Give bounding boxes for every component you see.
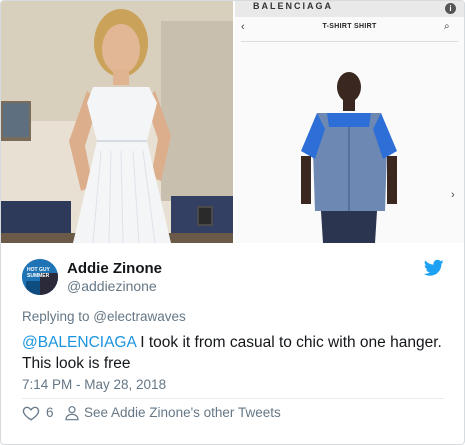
photo-woman-illustration (1, 1, 233, 243)
reply-context: Replying to @electrawaves (22, 309, 186, 324)
tweet-media[interactable]: BALENCIAGA i ‹ T-SHIRT SHIRT ⌕ › (1, 1, 464, 243)
chevron-right-icon[interactable]: › (451, 189, 455, 201)
other-tweets-link[interactable]: See Addie Zinone's other Tweets (64, 404, 364, 424)
person-icon (65, 406, 79, 421)
twitter-bird-icon[interactable] (424, 259, 444, 277)
like-count: 6 (46, 405, 54, 420)
tweet-author: HOT GUY SUMMER Addie Zinone @addiezinone (22, 259, 444, 299)
heart-icon (22, 406, 40, 421)
author-name[interactable]: Addie Zinone (67, 260, 162, 277)
avatar-caption: HOT GUY SUMMER (27, 267, 50, 279)
author-handle[interactable]: @addiezinone (67, 278, 157, 294)
tweet-text: @BALENCIAGA I took it from casual to chi… (22, 332, 447, 374)
other-tweets-label: See Addie Zinone's other Tweets (84, 405, 281, 420)
photo-woman-in-dress[interactable] (1, 1, 233, 243)
tweet-timestamp[interactable]: 7:14 PM - May 28, 2018 (22, 377, 166, 392)
tweet-embed-card: BALENCIAGA i ‹ T-SHIRT SHIRT ⌕ › HOT GUY… (0, 0, 465, 445)
actions-divider (22, 398, 444, 399)
mention-link[interactable]: @BALENCIAGA (22, 334, 136, 351)
reply-prefix: Replying to (22, 309, 94, 324)
photo-balenciaga-screenshot[interactable]: BALENCIAGA i ‹ T-SHIRT SHIRT ⌕ › (235, 1, 464, 243)
photo-model-illustration (301, 72, 397, 243)
avatar[interactable]: HOT GUY SUMMER (22, 259, 58, 295)
reply-to-link[interactable]: @electrawaves (93, 309, 186, 324)
